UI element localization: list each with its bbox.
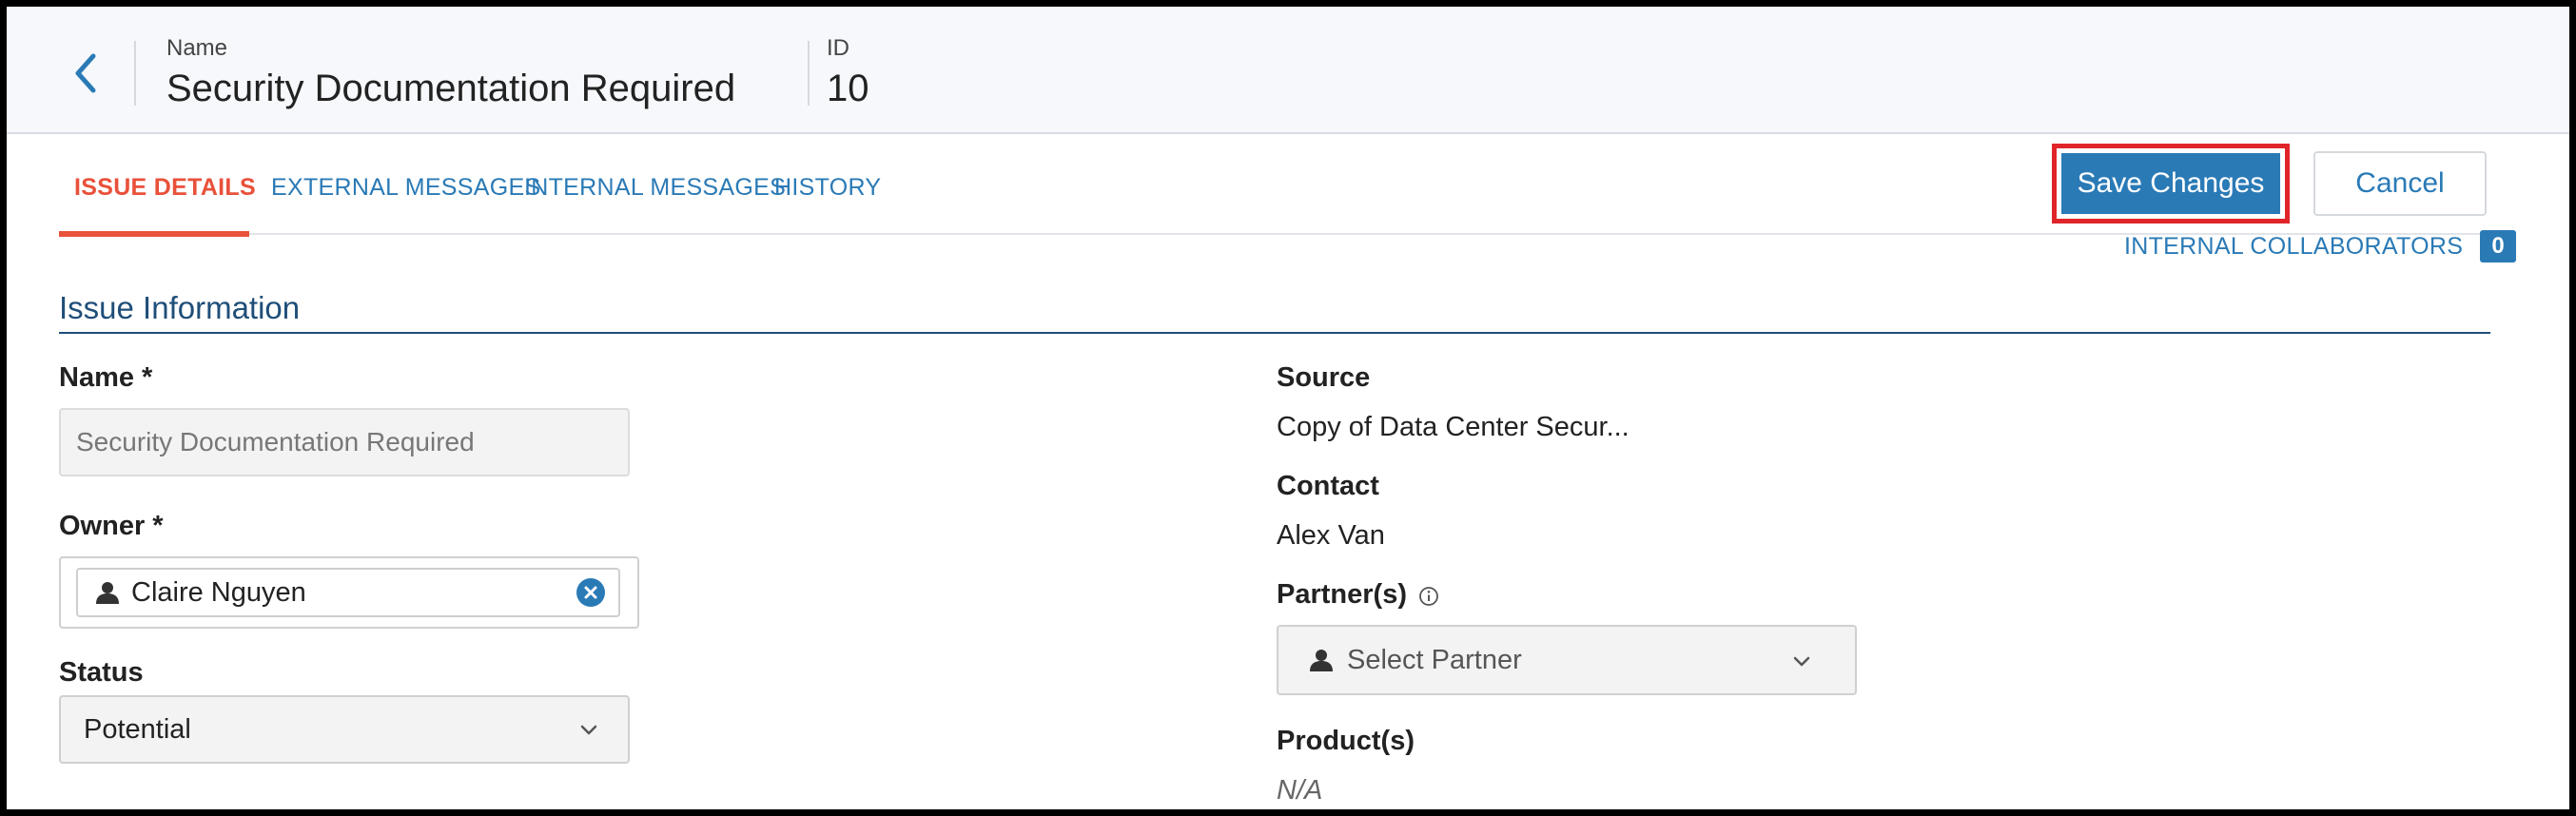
status-value: Potential (84, 713, 191, 745)
issue-detail-window: Name Security Documentation Required ID … (7, 7, 2569, 809)
user-icon (1310, 650, 1333, 671)
owner-field-label: Owner * (59, 511, 164, 541)
owner-name: Claire Nguyen (131, 576, 306, 608)
info-icon[interactable] (1418, 586, 1439, 607)
name-field[interactable] (59, 408, 630, 476)
partners-field-label: Partner(s) (1277, 579, 1407, 610)
internal-collaborators-link[interactable]: INTERNAL COLLABORATORS 0 (2124, 227, 2517, 265)
partner-placeholder: Select Partner (1347, 644, 1522, 675)
tab-external-messages[interactable]: EXTERNAL MESSAGES (271, 134, 540, 241)
chevron-left-icon (75, 53, 96, 93)
source-field-label: Source (1277, 362, 1371, 393)
contact-value: Alex Van (1277, 520, 1385, 551)
name-field-label: Name * (59, 362, 153, 393)
header-divider (808, 41, 810, 106)
contact-field-label: Contact (1277, 471, 1379, 501)
close-icon (584, 586, 597, 599)
status-select[interactable]: Potential (59, 695, 630, 764)
tab-history[interactable]: HISTORY (774, 134, 881, 241)
internal-collaborators-label: INTERNAL COLLABORATORS (2124, 232, 2464, 260)
tab-internal-messages[interactable]: INTERNAL MESSAGES (524, 134, 786, 241)
id-value: 10 (827, 68, 869, 109)
page-header: Name Security Documentation Required ID … (7, 7, 2569, 134)
back-button[interactable] (59, 47, 112, 100)
partner-select[interactable]: Select Partner (1277, 625, 1857, 695)
page-title: Security Documentation Required (166, 68, 736, 109)
status-field-label: Status (59, 657, 144, 688)
tab-issue-details[interactable]: ISSUE DETAILS (74, 134, 256, 241)
chevron-down-icon (1793, 656, 1810, 667)
products-field-label: Product(s) (1277, 726, 1415, 756)
id-label: ID (827, 35, 849, 61)
user-icon (96, 582, 119, 604)
owner-chip: Claire Nguyen (76, 568, 620, 617)
active-tab-indicator (59, 231, 249, 237)
source-value: Copy of Data Center Secur... (1277, 412, 1630, 442)
section-divider (59, 332, 2490, 334)
header-divider (134, 41, 136, 106)
products-value: N/A (1277, 775, 1323, 806)
owner-field[interactable]: Claire Nguyen (59, 556, 639, 629)
cancel-button[interactable]: Cancel (2313, 151, 2487, 216)
section-title: Issue Information (59, 290, 301, 325)
collaborators-count-badge: 0 (2480, 230, 2517, 262)
clear-owner-button[interactable] (576, 578, 605, 607)
save-changes-button[interactable]: Save Changes (2061, 153, 2280, 214)
name-label: Name (166, 35, 228, 61)
chevron-down-icon (580, 725, 597, 735)
